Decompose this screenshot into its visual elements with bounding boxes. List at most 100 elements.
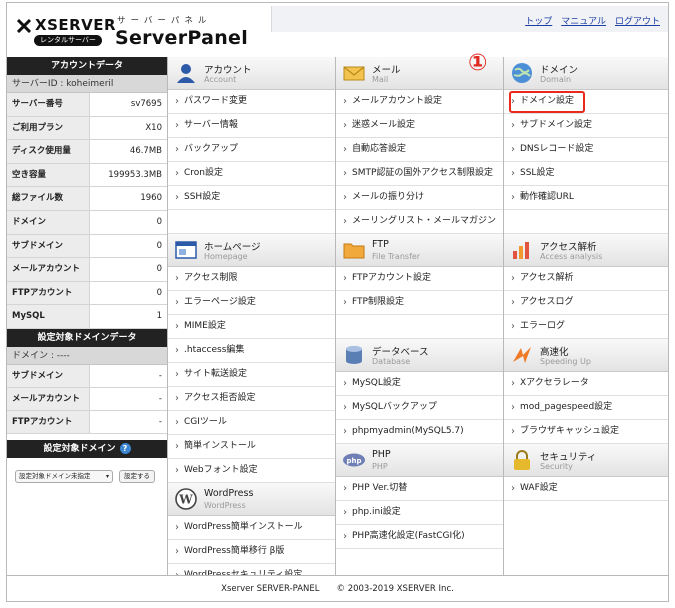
apply-domain-button[interactable]: 設定する (119, 469, 155, 483)
section-security-header: セキュリティ Security (504, 444, 668, 477)
menu-item-domain-settings[interactable]: ドメイン設定 (504, 90, 668, 114)
page-title: ServerPanel (115, 27, 249, 49)
menu-item-phpmyadmin[interactable]: phpmyadmin(MySQL5.7) (336, 420, 503, 444)
menu-item-test-url[interactable]: 動作確認URL (504, 186, 668, 210)
header: XSERVER レンタルサーバー サーバーパネル ServerPanel トップ… (7, 3, 668, 57)
account-row: MySQL 1 (7, 305, 167, 329)
section-title: PHP (372, 449, 391, 460)
menu-item-backup[interactable]: バックアップ (168, 138, 335, 162)
menu-item-php-version[interactable]: PHP Ver.切替 (336, 477, 503, 501)
wordpress-icon: W (175, 488, 197, 510)
menu-item-web-font[interactable]: Webフォント設定 (168, 459, 335, 483)
section-speed-header: 高速化 Speeding Up (504, 339, 668, 372)
row-key: メールアカウント (7, 258, 90, 281)
menu-column-2: メール Mail メールアカウント設定 迷惑メール設定 自動応答設定 SMTP認… (336, 57, 504, 575)
row-value: 1960 (140, 193, 162, 204)
menu-item-wp-migrate[interactable]: WordPress簡単移行 β版 (168, 540, 335, 564)
homepage-icon (175, 241, 197, 259)
account-row: 空き容量 199953.3MB (7, 163, 167, 188)
row-key: 総ファイル数 (7, 187, 90, 210)
menu-item-ssh[interactable]: SSH設定 (168, 186, 335, 210)
menu-column-3: ドメイン Domain ドメイン設定 サブドメイン設定 DNSレコード設定 SS… (504, 57, 668, 575)
row-key: ドメイン (7, 210, 90, 234)
menu-item-access-analytics[interactable]: アクセス解析 (504, 267, 668, 291)
section-ftp-header: FTP File Transfer (336, 234, 503, 267)
account-data-heading: アカウントデータ (7, 57, 167, 75)
menu-item-htaccess[interactable]: .htaccess編集 (168, 339, 335, 363)
menu-item-auto-reply[interactable]: 自動応答設定 (336, 138, 503, 162)
menu-item-error-page[interactable]: エラーページ設定 (168, 291, 335, 315)
section-database-header: データベース Database (336, 339, 503, 372)
section-title: データベース (372, 347, 429, 358)
menu-item-ssl[interactable]: SSL設定 (504, 162, 668, 186)
menu-item-mail-filter[interactable]: メールの振り分け (336, 186, 503, 210)
row-key: サブドメイン (7, 364, 90, 387)
menu-item-easy-install[interactable]: 簡単インストール (168, 435, 335, 459)
menu-item-php-fastcgi[interactable]: PHP高速化設定(FastCGI化) (336, 525, 503, 549)
menu-item-mail-account[interactable]: メールアカウント設定 (336, 90, 503, 114)
section-title: ホームページ (204, 242, 261, 253)
menu-item-dns-record[interactable]: DNSレコード設定 (504, 138, 668, 162)
help-icon[interactable]: ? (119, 442, 131, 454)
speed-icon (513, 347, 531, 363)
nav-top-link[interactable]: トップ (525, 14, 552, 27)
section-subtitle: Account (204, 75, 237, 84)
menu-item-mailing-list[interactable]: メーリングリスト・メールマガジン (336, 210, 503, 234)
menu-item-smtp-restriction[interactable]: SMTP認証の国外アクセス制限設定 (336, 162, 503, 186)
menu-item-browser-cache[interactable]: ブラウザキャッシュ設定 (504, 420, 668, 444)
menu-item-php-ini[interactable]: php.ini設定 (336, 501, 503, 525)
menu-item-error-log[interactable]: エラーログ (504, 315, 668, 339)
menu-item-server-info[interactable]: サーバー情報 (168, 114, 335, 138)
globe-icon (512, 63, 532, 83)
section-title: メール (372, 65, 401, 76)
section-title: 高速化 (540, 347, 569, 358)
row-value: 0 (156, 240, 162, 251)
step-number-annotation: ① (468, 50, 488, 76)
menu-item-mod-pagespeed[interactable]: mod_pagespeed設定 (504, 396, 668, 420)
brand-badge: レンタルサーバー (34, 35, 102, 46)
menu-item-password-change[interactable]: パスワード変更 (168, 90, 335, 114)
menu-item-ftp-account[interactable]: FTPアカウント設定 (336, 267, 503, 291)
section-account-header: アカウント Account (168, 57, 335, 90)
menu-item-mime[interactable]: MIME設定 (168, 315, 335, 339)
menu-item-ftp-restriction[interactable]: FTP制限設定 (336, 291, 503, 315)
folder-icon (343, 243, 365, 259)
row-key: MySQL (7, 305, 90, 328)
target-row: サブドメイン - (7, 364, 167, 388)
menu-item-cron[interactable]: Cron設定 (168, 162, 335, 186)
menu-item-access-deny[interactable]: アクセス拒否設定 (168, 387, 335, 411)
account-row: ドメイン 0 (7, 210, 167, 235)
menu-item-access-log[interactable]: アクセスログ (504, 291, 668, 315)
menu-item-cgi-tools[interactable]: CGIツール (168, 411, 335, 435)
highlight-box (509, 91, 585, 113)
menu-item-x-accelerator[interactable]: Xアクセラレータ (504, 372, 668, 396)
domain-select[interactable]: 設定対象ドメイン未指定 ▾ (15, 469, 113, 483)
menu-item-wp-install[interactable]: WordPress簡単インストール (168, 516, 335, 540)
section-title: アカウント (204, 65, 252, 76)
row-value: 1 (156, 311, 162, 322)
nav-logout-link[interactable]: ログアウト (615, 14, 660, 27)
menu-item-spam[interactable]: 迷惑メール設定 (336, 114, 503, 138)
section-subtitle: File Transfer (372, 252, 421, 261)
spacer (336, 315, 503, 339)
user-icon (177, 64, 195, 83)
section-subtitle: Domain (540, 75, 572, 84)
account-row: メールアカウント 0 (7, 258, 167, 282)
section-subtitle: Homepage (204, 252, 248, 261)
menu-item-access-restriction[interactable]: アクセス制限 (168, 267, 335, 291)
brand-kana: サーバーパネル (117, 16, 212, 26)
nav-manual-link[interactable]: マニュアル (561, 14, 606, 27)
row-key: ご利用プラン (7, 116, 90, 140)
section-homepage-header: ホームページ Homepage (168, 234, 335, 267)
menu-item-waf[interactable]: WAF設定 (504, 477, 668, 501)
menu-item-mysql[interactable]: MySQL設定 (336, 372, 503, 396)
menu-item-subdomain[interactable]: サブドメイン設定 (504, 114, 668, 138)
row-key: サブドメイン (7, 234, 90, 258)
logo[interactable]: XSERVER レンタルサーバー サーバーパネル ServerPanel (7, 3, 269, 57)
domain-selector-heading: 設定対象ドメイン? (7, 439, 167, 458)
section-title: WordPress (204, 488, 254, 499)
menu-item-mysql-backup[interactable]: MySQLバックアップ (336, 396, 503, 420)
brand-name: XSERVER (35, 16, 117, 34)
menu-item-site-redirect[interactable]: サイト転送設定 (168, 363, 335, 387)
svg-text:php: php (346, 457, 361, 465)
